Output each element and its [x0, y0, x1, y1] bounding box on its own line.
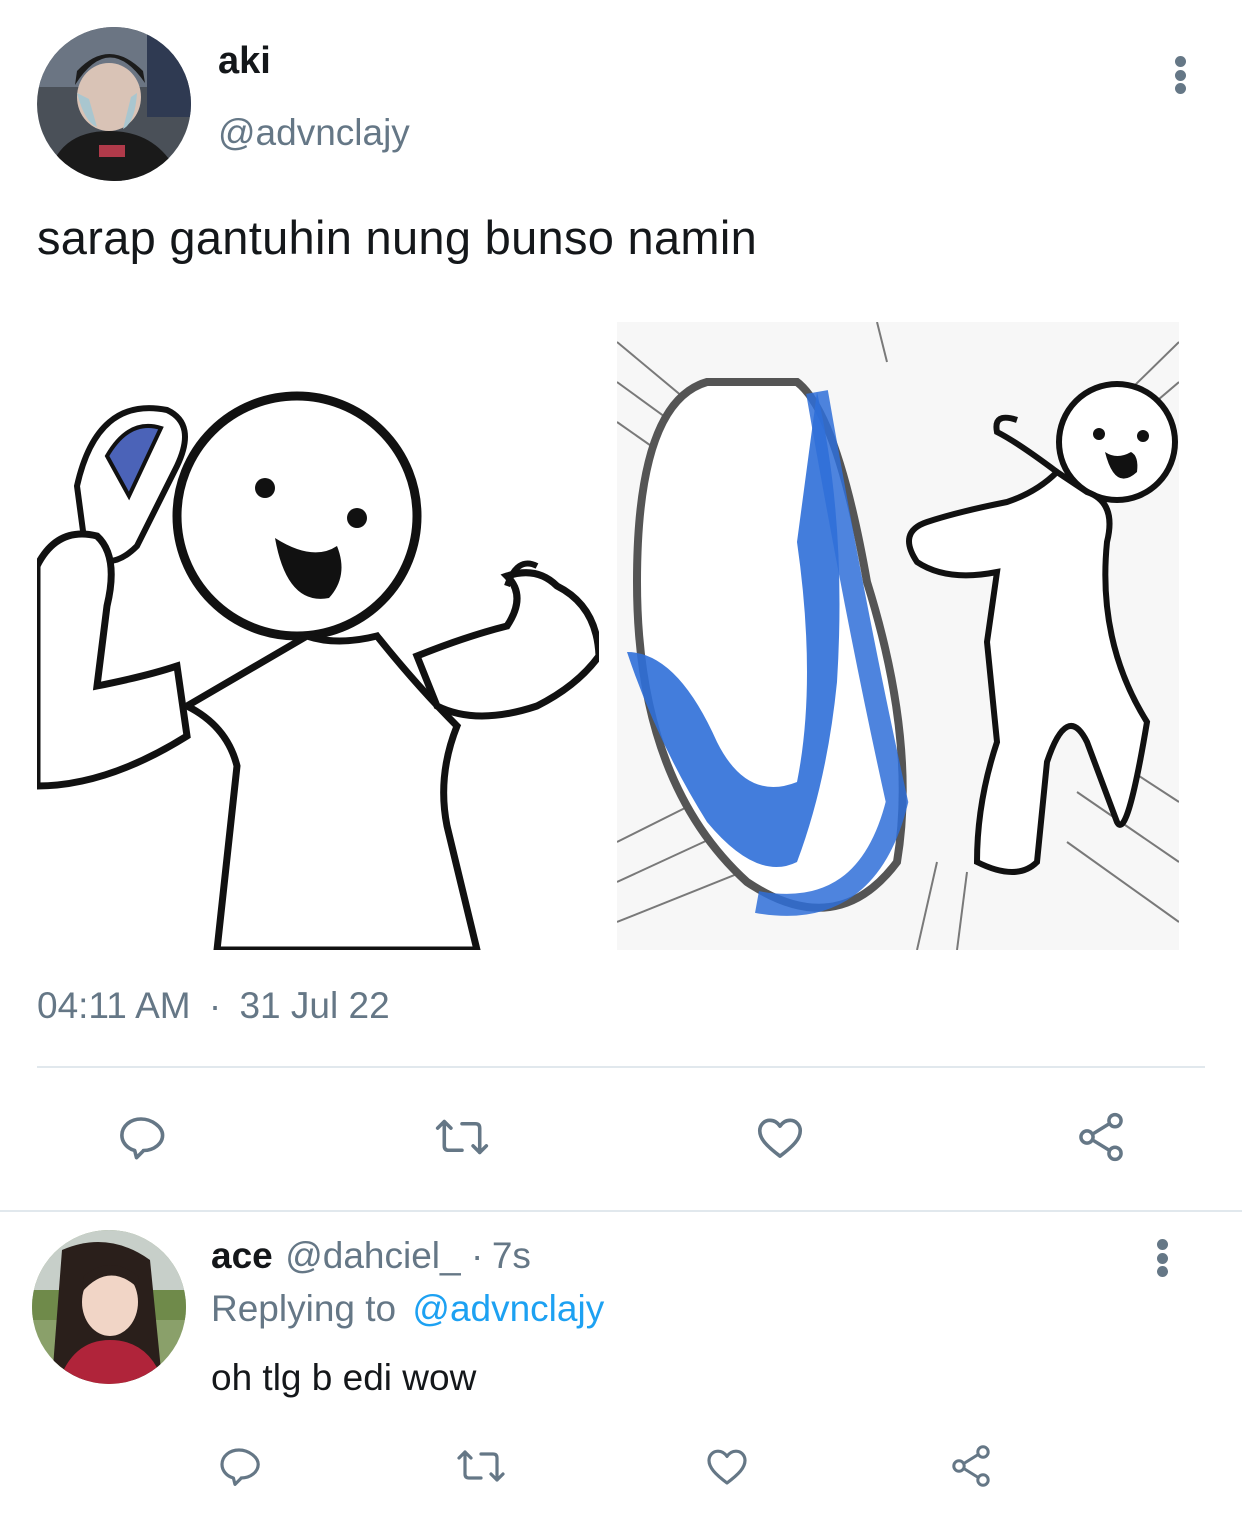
- tweet-time: 04:11 AM: [37, 985, 191, 1026]
- like-button[interactable]: [750, 1108, 810, 1166]
- reply-icon: [120, 1117, 165, 1160]
- reply-more-options-icon[interactable]: [1155, 1239, 1169, 1277]
- author-handle[interactable]: @advnclajy: [218, 112, 410, 154]
- more-options-icon[interactable]: [1173, 56, 1187, 94]
- replying-to-label: Replying to: [211, 1288, 397, 1329]
- replying-to-handle-link[interactable]: @advnclajy: [412, 1288, 604, 1329]
- tweet-text: sarap gantuhin nung bunso namin: [37, 211, 758, 264]
- reply-time-ago: 7s: [491, 1235, 531, 1276]
- meme-character-holding-slipper-illustration: [37, 306, 599, 950]
- reply-icon: [220, 1448, 260, 1486]
- author-avatar[interactable]: [37, 27, 191, 181]
- reply-author-handle[interactable]: @dahciel_: [285, 1235, 460, 1276]
- replying-to-line: Replying to @advnclajy: [211, 1288, 604, 1330]
- reply-like-button[interactable]: [700, 1440, 754, 1492]
- share-icon: [952, 1445, 990, 1487]
- share-button[interactable]: [1070, 1108, 1132, 1166]
- retweet-icon: [435, 1119, 489, 1155]
- reply-retweet-button[interactable]: [452, 1440, 510, 1492]
- separator-dot: ·: [208, 985, 222, 1026]
- meme-character-kicking-slipper-illustration: [617, 322, 1179, 950]
- tweet-date: 31 Jul 22: [239, 985, 390, 1026]
- reply-reply-button[interactable]: [212, 1440, 266, 1492]
- like-icon: [757, 1118, 803, 1158]
- retweet-button[interactable]: [430, 1108, 494, 1166]
- share-icon: [1079, 1112, 1123, 1162]
- tweet-timestamp: 04:11 AM · 31 Jul 22: [37, 985, 390, 1027]
- separator-dot: ·: [471, 1235, 484, 1276]
- tweet-image-1[interactable]: [37, 306, 599, 950]
- divider-top: [37, 1066, 1205, 1068]
- reply-text: oh tlg b edi wow: [211, 1357, 477, 1398]
- like-icon: [707, 1449, 747, 1485]
- reply-author-avatar[interactable]: [32, 1230, 186, 1384]
- author-name[interactable]: aki: [218, 40, 271, 83]
- retweet-icon: [457, 1450, 505, 1482]
- tweet-image-2[interactable]: [617, 322, 1179, 950]
- reply-header: ace @dahciel_ · 7s: [211, 1235, 531, 1277]
- reply-author-name[interactable]: ace: [211, 1235, 273, 1276]
- reply-share-button[interactable]: [944, 1440, 998, 1492]
- reply-button[interactable]: [112, 1108, 170, 1166]
- divider-thread: [0, 1210, 1242, 1212]
